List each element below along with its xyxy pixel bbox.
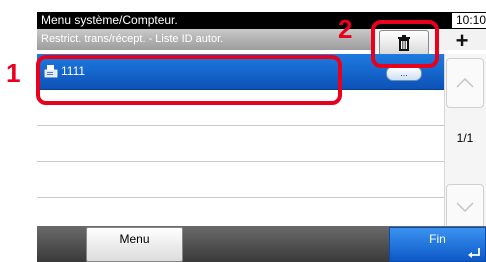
- scroll-up-button[interactable]: [446, 58, 484, 108]
- fin-button[interactable]: Fin: [389, 227, 486, 262]
- list-item[interactable]: [37, 162, 444, 198]
- screen-title: Menu système/Compteur.: [41, 13, 178, 27]
- callout-number-2: 2: [338, 14, 353, 44]
- callout-number-1: 1: [6, 58, 21, 88]
- list-item[interactable]: [37, 126, 444, 162]
- enter-icon: [468, 248, 480, 258]
- add-button[interactable]: +: [444, 28, 480, 53]
- callout-frame-2: [371, 20, 439, 68]
- chevron-up-icon: [456, 77, 474, 88]
- chevron-down-icon: [456, 202, 474, 213]
- page-indicator: 1/1: [456, 131, 474, 145]
- clock: 10:10: [452, 13, 486, 28]
- menu-button[interactable]: Menu: [86, 227, 183, 262]
- callout-frame-1: [36, 55, 342, 105]
- fin-button-label: Fin: [429, 232, 446, 246]
- breadcrumb: Restrict. trans/récept. - Liste ID autor…: [41, 33, 224, 45]
- detail-button[interactable]: ...: [386, 66, 422, 81]
- scroll-down-button[interactable]: [446, 184, 484, 230]
